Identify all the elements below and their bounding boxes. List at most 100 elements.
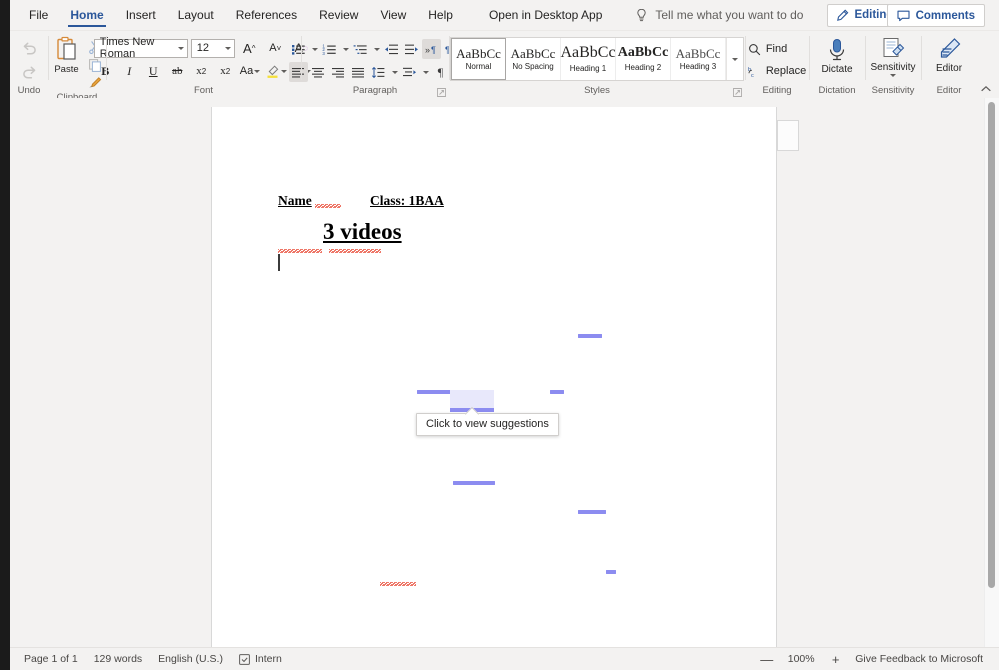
status-bar: Page 1 of 1 129 words English (U.S.) Int… <box>10 647 999 670</box>
justify-button[interactable] <box>349 62 368 82</box>
comments-button[interactable]: Comments <box>886 4 985 27</box>
zoom-level[interactable]: 100% <box>786 653 816 665</box>
ribbon-group-sensitivity: Sensitivity Sensitivity <box>865 31 921 98</box>
highlighter-icon <box>265 64 280 79</box>
scrollbar-thumb[interactable] <box>988 102 995 588</box>
font-size-combobox[interactable]: 12 <box>190 38 235 58</box>
shading-dropdown[interactable] <box>420 62 430 82</box>
doc-class-field: Class: 1BAA <box>370 193 444 208</box>
numbering-dropdown[interactable] <box>340 39 350 59</box>
style-preview: AaBbCc <box>675 45 721 61</box>
suggestion-mark[interactable] <box>453 481 495 485</box>
style-heading-2[interactable]: AaBbCc Heading 2 <box>616 38 671 80</box>
vertical-scrollbar[interactable] <box>984 98 999 648</box>
superscript-button[interactable]: x2 <box>214 61 237 81</box>
group-label-paragraph: Paragraph <box>352 85 398 96</box>
tab-insert[interactable]: Insert <box>115 0 167 30</box>
paste-label: Paste <box>54 64 79 75</box>
svg-text:»: » <box>425 45 430 55</box>
underline-button[interactable]: U <box>142 61 165 81</box>
strikethrough-button[interactable]: ab <box>166 61 189 81</box>
align-right-button[interactable] <box>329 62 348 82</box>
numbering-button[interactable]: 123 <box>320 39 339 59</box>
left-to-right-direction-button[interactable]: » ¶ <box>422 39 441 59</box>
style-label: No Spacing <box>512 62 554 72</box>
open-in-desktop-app-button[interactable]: Open in Desktop App <box>478 0 613 30</box>
redo-button[interactable] <box>16 61 42 83</box>
suggestion-mark[interactable] <box>606 570 616 574</box>
font-name-combobox[interactable]: Times New Roman <box>93 36 188 60</box>
tab-layout[interactable]: Layout <box>167 0 225 30</box>
find-button[interactable]: Find <box>745 39 809 59</box>
style-heading-3[interactable]: AaBbCc Heading 3 <box>671 38 726 80</box>
style-heading-1[interactable]: AaBbCc Heading 1 <box>560 38 616 80</box>
doc-title: 3 videos <box>323 219 402 244</box>
change-case-button[interactable]: Aa <box>238 61 262 81</box>
editor-button[interactable]: Editor <box>936 34 962 74</box>
grow-font-button[interactable]: A ^ <box>238 38 261 58</box>
tell-me-search[interactable]: Tell me what you want to do <box>635 8 803 22</box>
tell-me-placeholder: Tell me what you want to do <box>655 8 804 22</box>
undo-button[interactable] <box>16 37 42 59</box>
tab-home[interactable]: Home <box>59 0 114 30</box>
language-indicator[interactable]: English (U.S.) <box>158 653 223 665</box>
style-normal[interactable]: AaBbCc Normal <box>451 38 506 80</box>
multilevel-list-dropdown[interactable] <box>371 39 381 59</box>
feedback-link[interactable]: Give Feedback to Microsoft <box>855 653 983 665</box>
find-label: Find <box>765 43 788 55</box>
subscript-button[interactable]: x2 <box>190 61 213 81</box>
style-preview: AaBbCc <box>560 44 616 62</box>
replace-label: Replace <box>765 65 807 77</box>
document-canvas[interactable]: Name Class: 1BAA 3 videos Click to view … <box>10 98 999 648</box>
paste-button[interactable]: Paste <box>50 36 84 75</box>
selected-suggestion-highlight[interactable] <box>450 390 494 408</box>
document-page[interactable]: Name Class: 1BAA 3 videos <box>211 107 777 648</box>
bullets-dropdown[interactable] <box>309 39 319 59</box>
style-preview: AaBbCc <box>617 45 669 61</box>
paragraph-dialog-launcher-icon[interactable] <box>437 88 446 97</box>
line-spacing-dropdown[interactable] <box>389 62 399 82</box>
style-preview: AaBbCc <box>510 45 556 61</box>
italic-button[interactable]: I <box>118 61 141 81</box>
svg-text:¶: ¶ <box>431 45 436 55</box>
multilevel-list-button[interactable] <box>351 39 370 59</box>
replace-button[interactable]: b c Replace <box>745 61 809 81</box>
increase-indent-button[interactable] <box>402 39 421 59</box>
ribbon-group-dictation: Dictate Dictation <box>809 31 865 98</box>
style-label: Heading 2 <box>624 62 662 72</box>
tab-review[interactable]: Review <box>308 0 369 30</box>
chevron-down-icon <box>890 74 896 77</box>
line-spacing-button[interactable] <box>369 62 388 82</box>
zoom-in-button[interactable]: + <box>829 652 842 667</box>
svg-text:3: 3 <box>322 51 325 56</box>
collapse-ribbon-button[interactable] <box>979 82 993 96</box>
sensitivity-button[interactable]: Sensitivity <box>871 34 916 77</box>
bold-button[interactable]: B <box>94 61 117 81</box>
dictate-button[interactable]: Dictate <box>821 34 853 75</box>
svg-text:c: c <box>751 73 754 78</box>
bullets-button[interactable] <box>289 39 308 59</box>
page-count[interactable]: Page 1 of 1 <box>24 653 78 665</box>
styles-dialog-launcher-icon[interactable] <box>733 88 742 97</box>
group-label-sensitivity: Sensitivity <box>871 85 915 96</box>
sensitivity-status[interactable]: Intern <box>239 653 282 665</box>
suggestion-mark[interactable] <box>578 510 606 514</box>
suggestion-mark[interactable] <box>578 334 602 338</box>
word-count[interactable]: 129 words <box>94 653 142 665</box>
decrease-indent-button[interactable] <box>382 39 401 59</box>
page-side-handle[interactable] <box>777 120 799 151</box>
editor-pen-icon <box>936 37 962 62</box>
align-left-button[interactable] <box>289 62 308 82</box>
shading-button[interactable] <box>400 62 419 82</box>
tab-references[interactable]: References <box>225 0 308 30</box>
tab-file[interactable]: File <box>18 0 59 30</box>
group-label-styles: Styles <box>584 85 610 96</box>
search-icon <box>748 43 761 56</box>
ribbon-tabs: File Home Insert Layout References Revie… <box>18 0 613 30</box>
align-center-button[interactable] <box>309 62 328 82</box>
zoom-out-button[interactable]: — <box>760 652 773 667</box>
tab-view[interactable]: View <box>369 0 417 30</box>
style-no-spacing[interactable]: AaBbCc No Spacing <box>506 38 561 80</box>
tab-help[interactable]: Help <box>417 0 464 30</box>
suggestion-mark[interactable] <box>550 390 564 394</box>
